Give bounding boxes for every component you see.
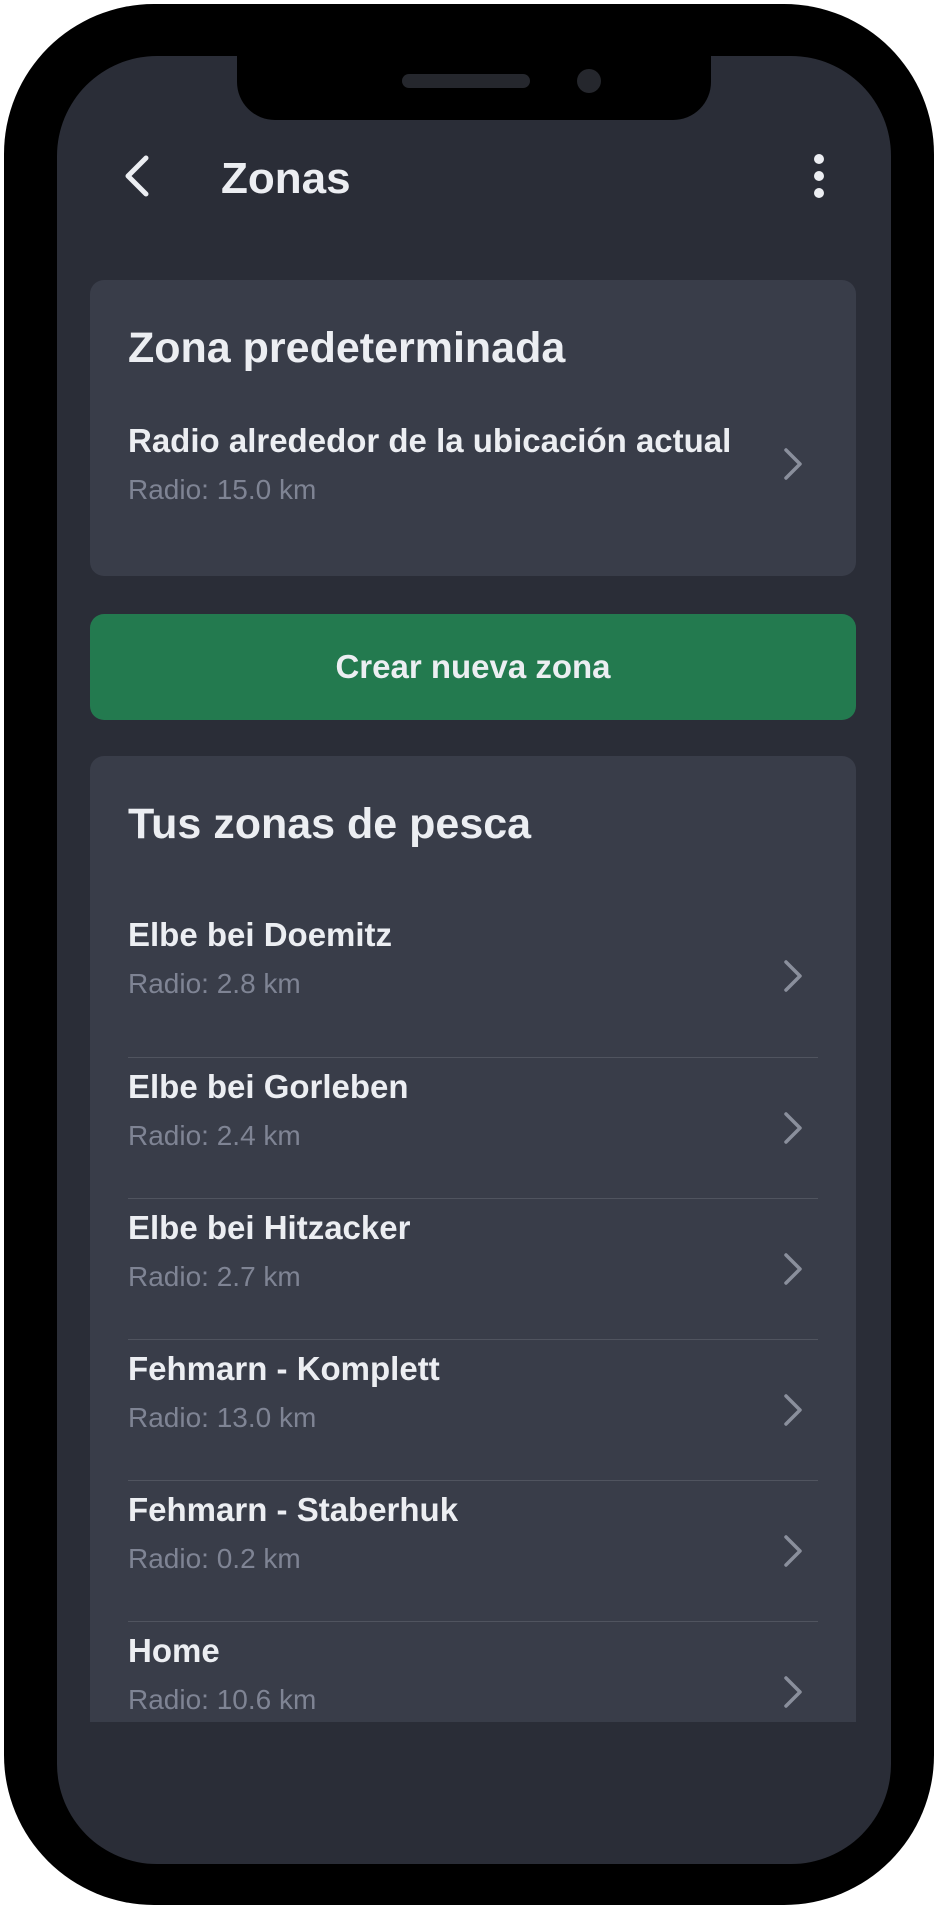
zone-radius: Radio: 10.6 km: [128, 1684, 317, 1715]
zone-list-item[interactable]: Elbe bei Gorleben Radio: 2.4 km: [128, 1058, 818, 1199]
zone-name: Elbe bei Hitzacker: [128, 1209, 411, 1246]
chevron-right-icon: [778, 1390, 808, 1430]
chevron-left-icon: [125, 155, 149, 197]
zone-list-item[interactable]: Fehmarn - Komplett Radio: 13.0 km: [128, 1340, 818, 1481]
chevron-right-icon: [778, 956, 808, 996]
speaker-grille: [402, 74, 530, 88]
zone-radius: Radio: 2.8 km: [128, 968, 301, 999]
chevron-right-icon: [778, 1249, 808, 1289]
fishing-zones-heading: Tus zonas de pesca: [128, 800, 532, 848]
default-zone-card: Zona predeterminada Radio alrededor de l…: [90, 280, 856, 576]
zone-radius: Radio: 0.2 km: [128, 1543, 301, 1574]
page-title: Zonas: [221, 154, 351, 203]
default-zone-heading: Zona predeterminada: [128, 324, 566, 372]
zone-radius: Radio: 15.0 km: [128, 474, 317, 505]
zone-list-item[interactable]: Elbe bei Hitzacker Radio: 2.7 km: [128, 1199, 818, 1340]
top-app-bar: Zonas: [57, 116, 891, 226]
zone-name: Radio alrededor de la ubicación actual: [128, 422, 732, 459]
phone-frame: Zonas Zona predeterminada Radio alrededo…: [4, 4, 934, 1905]
back-button[interactable]: [107, 146, 167, 206]
chevron-right-icon: [778, 1108, 808, 1148]
chevron-right-icon: [778, 1531, 808, 1571]
app-screen: Zonas Zona predeterminada Radio alrededo…: [57, 56, 891, 1864]
zone-name: Elbe bei Gorleben: [128, 1068, 409, 1105]
zone-radius: Radio: 13.0 km: [128, 1402, 317, 1433]
chevron-right-icon: [778, 444, 808, 484]
zone-name: Home: [128, 1632, 220, 1669]
zone-name: Elbe bei Doemitz: [128, 916, 393, 953]
create-zone-button[interactable]: Crear nueva zona: [90, 614, 856, 720]
zone-name: Fehmarn - Komplett: [128, 1350, 440, 1387]
front-camera: [577, 69, 601, 93]
zone-list-item[interactable]: Elbe bei Doemitz Radio: 2.8 km: [128, 916, 818, 1058]
zone-list-item[interactable]: Fehmarn - Staberhuk Radio: 0.2 km: [128, 1481, 818, 1622]
fishing-zones-card: Tus zonas de pesca Elbe bei Doemitz Radi…: [90, 756, 856, 1722]
zone-radius: Radio: 2.7 km: [128, 1261, 301, 1292]
default-zone-item[interactable]: Radio alrededor de la ubicación actual R…: [128, 422, 818, 532]
more-vertical-icon: [814, 154, 824, 198]
device-notch: [237, 56, 711, 120]
zone-name: Fehmarn - Staberhuk: [128, 1491, 459, 1528]
more-options-button[interactable]: [789, 146, 849, 206]
chevron-right-icon: [778, 1672, 808, 1712]
zone-list-item[interactable]: Home Radio: 10.6 km: [128, 1622, 818, 1722]
zone-radius: Radio: 2.4 km: [128, 1120, 301, 1151]
